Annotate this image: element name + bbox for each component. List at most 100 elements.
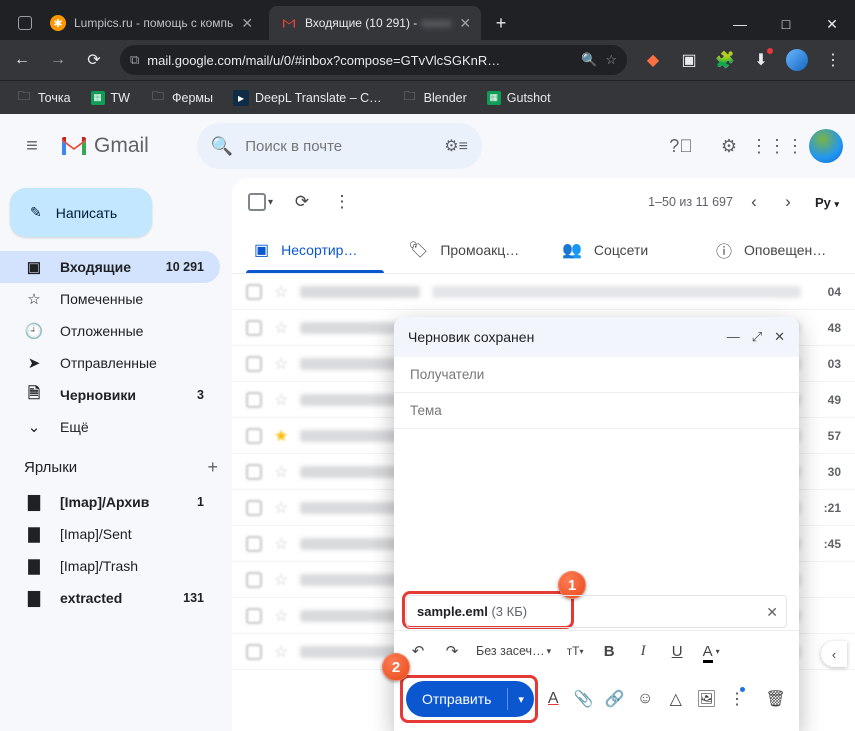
apps-button[interactable]: ⋮⋮⋮ <box>757 126 797 166</box>
extensions-button[interactable]: 🧩 <box>709 44 741 76</box>
compose-fullscreen-button[interactable]: ⤢ <box>752 329 762 345</box>
italic-button[interactable]: I <box>629 637 657 665</box>
category-promotions[interactable]: 🏷 Промоакц… <box>394 226 544 273</box>
main-menu-button[interactable]: ≡ <box>12 126 52 166</box>
forward-button[interactable]: → <box>42 44 74 76</box>
category-primary[interactable]: ▣ Несортир… <box>240 226 390 273</box>
mail-row[interactable]: ☆04 <box>232 274 855 310</box>
insert-drive-button[interactable]: △ <box>664 684 687 714</box>
font-family-select[interactable]: Без засеч…▾ <box>472 644 555 658</box>
label-imap-archive[interactable]: ▇ [Imap]/Архив 1 <box>0 486 220 518</box>
tab-search-icon[interactable] <box>18 16 32 30</box>
extension-icon-2[interactable]: ▣ <box>673 44 705 76</box>
bookmark-gutshot[interactable]: ▦Gutshot <box>479 87 559 109</box>
insert-link-button[interactable]: 🔗 <box>603 684 626 714</box>
attachment-chip[interactable]: sample.eml (3 КБ) ✕ <box>406 595 787 628</box>
select-all-checkbox[interactable] <box>248 193 266 211</box>
compose-minimize-button[interactable]: — <box>727 329 740 345</box>
account-avatar[interactable] <box>809 129 843 163</box>
attach-file-button[interactable]: 📎 <box>573 684 596 714</box>
attachment-remove-button[interactable]: ✕ <box>766 604 778 621</box>
tab-title-0: Lumpics.ru - помощь с компь <box>74 16 233 30</box>
bookmark-tochka[interactable]: 🗀Точка <box>8 86 79 110</box>
bookmark-tw[interactable]: ▦TW <box>83 87 138 109</box>
close-tab-icon[interactable]: ✕ <box>459 15 471 32</box>
category-updates[interactable]: ⓘ Оповещен… <box>702 226 852 273</box>
category-social[interactable]: 👥 Соцсети <box>548 226 698 273</box>
sidebar-starred[interactable]: ☆ Помеченные <box>0 283 220 315</box>
new-tab-button[interactable]: + <box>487 9 515 37</box>
window-maximize[interactable]: □ <box>763 8 809 40</box>
label-icon: ▇ <box>24 589 44 607</box>
input-tools-button[interactable]: Ру ▾ <box>815 195 839 210</box>
page-next-button[interactable]: › <box>775 185 801 219</box>
extension-icon-1[interactable]: ◆ <box>637 44 669 76</box>
search-options-icon[interactable]: ⚙≡ <box>444 136 468 156</box>
refresh-button[interactable]: ⟳ <box>285 185 319 219</box>
redo-button[interactable]: ↷ <box>438 637 466 665</box>
browser-tab-1[interactable]: Входящие (10 291) - xxxxx ✕ <box>269 6 481 40</box>
reload-button[interactable]: ⟳ <box>78 44 110 76</box>
label-imap-sent[interactable]: ▇ [Imap]/Sent <box>0 518 220 550</box>
select-dropdown[interactable]: ▾ <box>268 197 273 208</box>
pencil-icon: ✎ <box>30 204 42 221</box>
more-actions-button[interactable]: ⋮ <box>325 185 359 219</box>
insert-emoji-button[interactable]: ☺ <box>634 684 657 714</box>
bold-button[interactable]: B <box>595 637 623 665</box>
back-button[interactable]: ← <box>6 44 38 76</box>
bookmark-blender[interactable]: 🗀Blender <box>394 86 475 110</box>
close-tab-icon[interactable]: ✕ <box>241 15 253 32</box>
discard-draft-button[interactable]: 🗑 <box>764 684 787 714</box>
send-icon: ➤ <box>24 354 44 372</box>
window-minimize[interactable]: ― <box>717 8 763 40</box>
sidebar-drafts[interactable]: 🗎 Черновики 3 <box>0 379 220 411</box>
search-box[interactable]: 🔍 ⚙≡ <box>197 123 482 169</box>
browser-tab-0[interactable]: ✱ Lumpics.ru - помощь с компь ✕ <box>38 6 263 40</box>
sidebar-snoozed[interactable]: 🕘 Отложенные <box>0 315 220 347</box>
bookmark-fermy[interactable]: 🗀Фермы <box>142 86 221 110</box>
sidebar-sent[interactable]: ➤ Отправленные <box>0 347 220 379</box>
settings-button[interactable]: ⚙ <box>709 126 749 166</box>
compose-recipients-field[interactable]: Получатели <box>394 357 799 393</box>
font-size-button[interactable]: тT ▾ <box>561 637 589 665</box>
bookmark-deepl[interactable]: ▸DeepL Translate – C… <box>225 86 390 110</box>
downloads-button[interactable]: ⬇ <box>745 44 777 76</box>
page-prev-button[interactable]: ‹ <box>741 185 767 219</box>
labels-header: Ярлыки + <box>0 443 232 486</box>
site-info-icon[interactable]: ⧉ <box>130 52 139 68</box>
annotation-badge-2: 2 <box>382 653 410 681</box>
favicon-gmail <box>281 15 297 31</box>
bookmark-star-icon[interactable]: ☆ <box>605 52 617 68</box>
underline-button[interactable]: U <box>663 637 691 665</box>
chrome-menu-button[interactable]: ⋮ <box>817 44 849 76</box>
tab-title-1: Входящие (10 291) - <box>305 16 417 30</box>
gmail-logo[interactable]: Gmail <box>60 134 149 158</box>
compose-body[interactable] <box>394 429 799 589</box>
send-button[interactable]: Отправить ▾ <box>406 681 534 717</box>
compose-button[interactable]: ✎ Написать <box>10 188 152 237</box>
window-close[interactable]: ✕ <box>809 8 855 40</box>
address-bar[interactable]: ⧉ mail.google.com/mail/u/0/#inbox?compos… <box>120 45 627 75</box>
search-icon[interactable]: 🔍 <box>211 136 233 157</box>
inbox-icon: ▣ <box>24 258 44 276</box>
label-imap-trash[interactable]: ▇ [Imap]/Trash <box>0 550 220 582</box>
sidebar-inbox[interactable]: ▣ Входящие 10 291 <box>0 251 220 283</box>
support-button[interactable]: ?⃝ <box>661 126 701 166</box>
send-options-dropdown[interactable]: ▾ <box>508 693 534 706</box>
insert-image-button[interactable]: 🖼 <box>695 684 718 714</box>
profile-button[interactable] <box>781 44 813 76</box>
tag-icon: 🏷 <box>408 240 428 260</box>
side-panel-toggle[interactable]: ‹ <box>821 641 847 667</box>
zoom-icon[interactable]: 🔍 <box>581 52 597 68</box>
text-color-button[interactable]: A▾ <box>697 637 725 665</box>
add-label-button[interactable]: + <box>207 457 218 478</box>
search-input[interactable] <box>245 138 444 155</box>
sidebar-more[interactable]: ⌄ Ещё <box>0 411 220 443</box>
tab-title-1-obscured: xxxxx <box>421 16 451 30</box>
label-extracted[interactable]: ▇ extracted 131 <box>0 582 220 614</box>
compose-subject-field[interactable]: Тема <box>394 393 799 429</box>
compose-close-button[interactable]: ✕ <box>774 329 785 345</box>
compose-more-button[interactable]: ⋮ <box>726 684 749 714</box>
text-format-button[interactable]: A <box>542 684 565 714</box>
info-icon: ⓘ <box>716 238 732 262</box>
